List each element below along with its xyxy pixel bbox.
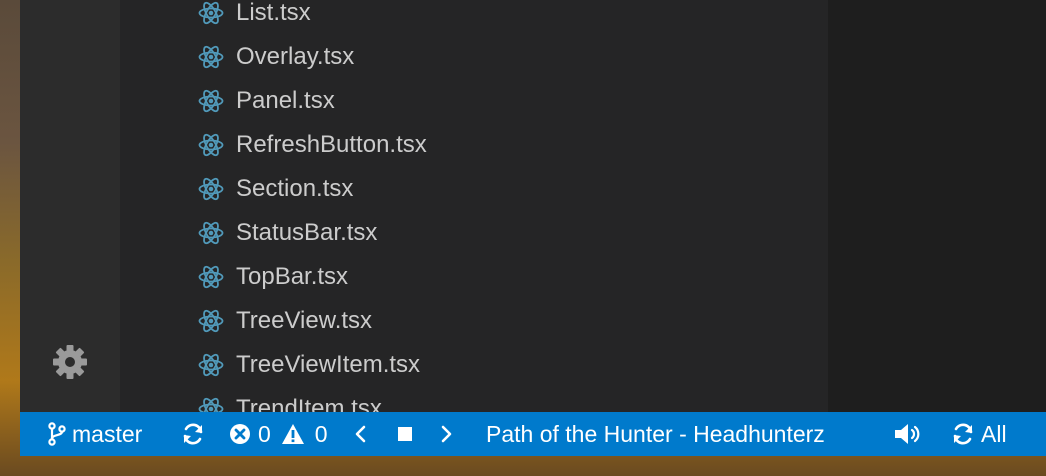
react-icon: [198, 265, 224, 289]
react-icon: [198, 353, 224, 377]
react-icon: [198, 45, 224, 69]
git-branch-icon: [48, 422, 66, 446]
file-name: Panel.tsx: [236, 87, 335, 114]
file-name: Section.tsx: [236, 175, 354, 202]
chevron-right-icon: [440, 424, 454, 444]
file-list: List.tsx Overlay.tsx Panel.tsx RefreshButto…: [120, 0, 828, 412]
volume-icon: [893, 422, 923, 446]
sync-all-label: All: [981, 421, 1007, 447]
problems-item[interactable]: 0 0: [229, 412, 328, 456]
sync-icon: [181, 422, 205, 446]
sync-all-icon: [951, 422, 975, 446]
file-item[interactable]: RefreshButton.tsx: [120, 123, 828, 167]
previous-track-button[interactable]: [353, 412, 367, 456]
now-playing[interactable]: Path of the Hunter - Headhunterz: [486, 412, 825, 456]
file-name: TrendItem.tsx: [236, 395, 382, 412]
react-icon: [198, 133, 224, 157]
file-name: Overlay.tsx: [236, 43, 355, 70]
branch-label: master: [72, 421, 143, 447]
chevron-left-icon: [353, 424, 367, 444]
stop-button[interactable]: [397, 412, 413, 456]
warning-count: 0: [314, 421, 328, 447]
file-name: TreeView.tsx: [236, 307, 373, 334]
branch-item[interactable]: master: [48, 412, 142, 456]
sync-button[interactable]: [181, 412, 205, 456]
file-item[interactable]: Panel.tsx: [120, 79, 828, 123]
volume-button[interactable]: [893, 412, 923, 456]
activity-bar: [20, 0, 120, 412]
file-item[interactable]: Overlay.tsx: [120, 35, 828, 79]
file-item[interactable]: TreeViewItem.tsx: [120, 343, 828, 387]
react-icon: [198, 309, 224, 333]
react-icon: [198, 397, 224, 412]
react-icon: [198, 89, 224, 113]
sync-all-button[interactable]: All: [951, 412, 1007, 456]
react-icon: [198, 1, 224, 25]
explorer-sidebar: List.tsx Overlay.tsx Panel.tsx RefreshButto…: [120, 0, 828, 412]
file-item[interactable]: TreeView.tsx: [120, 299, 828, 343]
file-item[interactable]: StatusBar.tsx: [120, 211, 828, 255]
react-icon: [198, 221, 224, 245]
track-title: Path of the Hunter - Headhunterz: [486, 421, 825, 447]
stop-icon: [397, 426, 413, 442]
status-bar: master 0 0 Path of the Hunter - Headhunt…: [20, 412, 1046, 456]
gear-icon[interactable]: [50, 342, 90, 382]
file-name: TopBar.tsx: [236, 263, 349, 290]
editor-window: List.tsx Overlay.tsx Panel.tsx RefreshButto…: [20, 0, 1046, 456]
file-item[interactable]: TopBar.tsx: [120, 255, 828, 299]
file-name: RefreshButton.tsx: [236, 131, 427, 158]
file-name: List.tsx: [236, 0, 311, 26]
file-item[interactable]: List.tsx: [120, 0, 828, 35]
file-item[interactable]: TrendItem.tsx: [120, 387, 828, 412]
react-icon: [198, 177, 224, 201]
error-count: 0: [258, 421, 271, 447]
error-icon: [229, 423, 251, 445]
next-track-button[interactable]: [440, 412, 454, 456]
file-name: StatusBar.tsx: [236, 219, 378, 246]
warning-icon: [281, 423, 305, 445]
file-item[interactable]: Section.tsx: [120, 167, 828, 211]
editor-area: [828, 0, 1046, 412]
file-name: TreeViewItem.tsx: [236, 351, 421, 378]
